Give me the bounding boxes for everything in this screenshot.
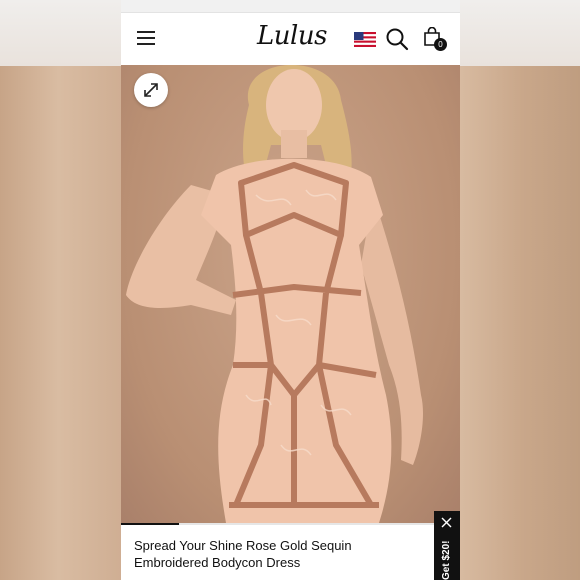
mobile-screen: Lulus 0 Spread Your Shine Rose Gold Sequ… xyxy=(121,0,460,580)
carousel-progress xyxy=(121,523,460,525)
bag-count-badge: 0 xyxy=(434,38,447,51)
carousel-progress-fill xyxy=(121,523,179,525)
product-image[interactable] xyxy=(121,65,460,523)
menu-icon[interactable] xyxy=(137,31,155,45)
product-title-line-1: Spread Your Shine Rose Gold Sequin xyxy=(134,538,352,553)
top-strip xyxy=(121,0,460,13)
site-header: Lulus 0 xyxy=(121,13,460,65)
product-title-line-2: Embroidered Bodycon Dress xyxy=(134,555,301,570)
brand-logo[interactable]: Lulus xyxy=(257,21,327,51)
close-icon[interactable] xyxy=(441,517,452,528)
shopping-bag-button[interactable]: 0 xyxy=(423,27,447,53)
dress-illustration xyxy=(126,65,424,523)
product-title: Spread Your Shine Rose Gold Sequin Embro… xyxy=(134,537,414,571)
expand-icon xyxy=(144,83,158,97)
search-icon[interactable] xyxy=(385,27,409,51)
promo-label[interactable]: Get $20! xyxy=(434,535,460,580)
us-flag-icon[interactable] xyxy=(354,32,376,47)
expand-image-button[interactable] xyxy=(134,73,168,107)
promo-tab[interactable]: Get $20! xyxy=(434,511,460,580)
